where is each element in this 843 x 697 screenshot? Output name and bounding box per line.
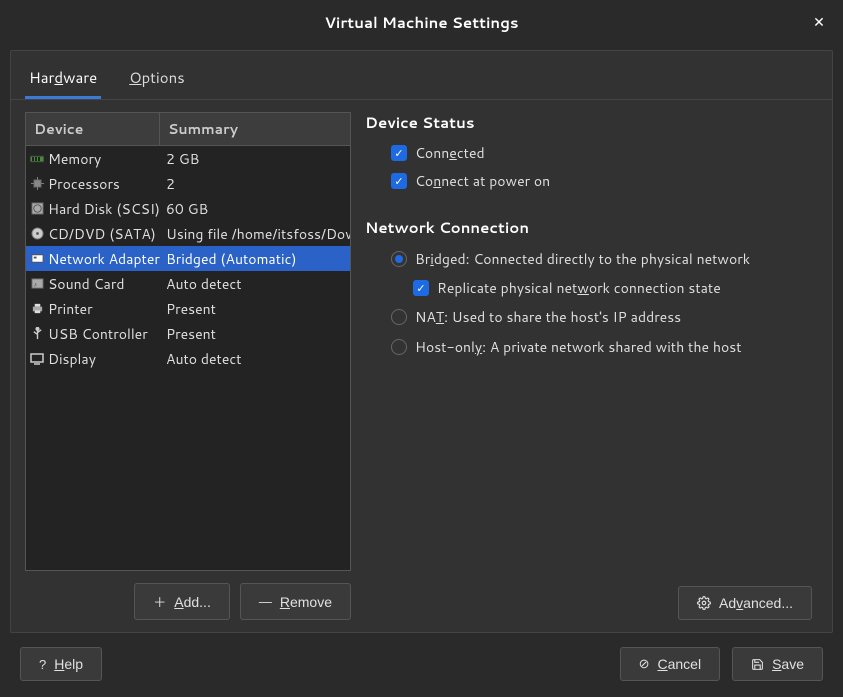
device-summary: 2: [160, 174, 350, 194]
close-icon[interactable]: ✕: [807, 10, 831, 34]
table-body: Memory 2 GB Processors 2Hard Disk (SCSI)60 …: [26, 146, 350, 570]
save-button[interactable]: Save: [732, 647, 823, 681]
hostonly-row[interactable]: Host-only: A private network shared with…: [365, 332, 812, 362]
cancel-icon: ⊘: [639, 656, 650, 672]
table-row[interactable]: USB Controller Present: [26, 321, 350, 346]
left-buttons: ＋ Add... ― Remove: [25, 571, 351, 620]
th-summary[interactable]: Summary: [160, 113, 350, 145]
titlebar: Virtual Machine Settings ✕: [0, 0, 843, 44]
device-summary: 60 GB: [160, 199, 350, 219]
table-row[interactable]: Hard Disk (SCSI)60 GB: [26, 196, 350, 221]
gear-icon: [697, 596, 711, 610]
device-name: CD/DVD (SATA): [48, 224, 156, 244]
table-row[interactable]: CD/DVD (SATA)Using file /home/itsfoss/Do…: [26, 221, 350, 246]
vm-settings-window: Virtual Machine Settings ✕ Hardware Opti…: [0, 0, 843, 697]
device-summary: Auto detect: [160, 349, 350, 369]
radio-icon: [391, 251, 407, 267]
window-title: Virtual Machine Settings: [324, 12, 518, 33]
radio-icon: [391, 309, 407, 325]
device-summary: Present: [160, 299, 350, 319]
th-device[interactable]: Device: [26, 113, 160, 145]
table-header: Device Summary: [26, 113, 350, 146]
printer-icon: [30, 302, 44, 316]
tab-hardware[interactable]: Hardware: [25, 61, 101, 99]
connected-row[interactable]: ✓ Connected: [365, 139, 812, 167]
replicate-label: Replicate physical network connection st…: [437, 278, 721, 298]
device-name: Hard Disk (SCSI): [48, 199, 160, 219]
plus-icon: ＋: [153, 592, 166, 611]
svg-text:♪: ♪: [33, 280, 36, 289]
device-name: Processors: [48, 174, 120, 194]
device-name: Printer: [48, 299, 93, 319]
tab-options[interactable]: Options: [125, 61, 188, 99]
checkbox-icon: ✓: [391, 145, 407, 161]
device-summary: 2 GB: [160, 149, 350, 169]
connect-poweron-label: Connect at power on: [415, 171, 550, 191]
device-name: Network Adapter: [48, 249, 160, 269]
processor-icon: [30, 177, 44, 191]
cd-icon: [30, 227, 44, 241]
right-column: Device Status ✓ Connected ✓ Connect at p…: [363, 112, 818, 620]
advanced-row: Advanced...: [365, 574, 812, 620]
cancel-button[interactable]: ⊘ Cancel: [620, 647, 721, 681]
device-status-title: Device Status: [365, 112, 812, 133]
tabs: Hardware Options: [11, 51, 832, 99]
device-table: Device Summary Memory 2 GB Processors 2Hard…: [25, 112, 351, 571]
network-icon: [30, 252, 44, 266]
sound-icon: ♪: [30, 277, 44, 291]
help-button[interactable]: ? Help: [20, 647, 102, 681]
radio-icon: [391, 339, 407, 355]
left-column: Device Summary Memory 2 GB Processors 2Hard…: [25, 112, 351, 620]
minus-icon: ―: [259, 594, 272, 609]
checkbox-icon: ✓: [391, 173, 407, 189]
device-name: USB Controller: [48, 324, 148, 344]
help-icon: ?: [39, 657, 46, 672]
disk-icon: [30, 202, 44, 216]
hostonly-label: Host-only: A private network shared with…: [415, 337, 742, 357]
table-row[interactable]: Network AdapterBridged (Automatic): [26, 246, 350, 271]
device-summary: Present: [160, 324, 350, 344]
table-row[interactable]: Printer Present: [26, 296, 350, 321]
memory-icon: [30, 152, 44, 166]
save-icon: [751, 658, 764, 671]
nat-label: NAT: Used to share the host's IP address: [415, 307, 681, 327]
device-summary: Bridged (Automatic): [160, 249, 350, 269]
dialog-body: Hardware Options Device Summary Memory 2 …: [10, 50, 833, 633]
table-row[interactable]: Memory 2 GB: [26, 146, 350, 171]
table-row[interactable]: Processors 2: [26, 171, 350, 196]
display-icon: [30, 352, 44, 366]
usb-icon: [30, 327, 44, 341]
advanced-button[interactable]: Advanced...: [678, 586, 812, 620]
bridged-row[interactable]: Bridged: Connected directly to the physi…: [365, 244, 812, 274]
table-row[interactable]: Display Auto detect: [26, 346, 350, 371]
content: Device Summary Memory 2 GB Processors 2Hard…: [11, 100, 832, 632]
nat-row[interactable]: NAT: Used to share the host's IP address: [365, 302, 812, 332]
device-name: Sound Card: [48, 274, 124, 294]
device-name: Display: [48, 349, 96, 369]
connected-label: Connected: [415, 143, 485, 163]
device-summary: Auto detect: [160, 274, 350, 294]
footer: ? Help ⊘ Cancel Save: [0, 643, 843, 697]
checkbox-icon: ✓: [413, 280, 429, 296]
network-connection-title: Network Connection: [365, 217, 812, 238]
replicate-row[interactable]: ✓ Replicate physical network connection …: [365, 274, 812, 302]
add-button[interactable]: ＋ Add...: [134, 583, 230, 620]
device-summary: Using file /home/itsfoss/Dow: [160, 224, 350, 244]
table-row[interactable]: ♪ Sound Card Auto detect: [26, 271, 350, 296]
remove-button[interactable]: ― Remove: [240, 583, 351, 620]
device-name: Memory: [48, 149, 101, 169]
bridged-label: Bridged: Connected directly to the physi…: [415, 249, 750, 269]
connect-poweron-row[interactable]: ✓ Connect at power on: [365, 167, 812, 195]
